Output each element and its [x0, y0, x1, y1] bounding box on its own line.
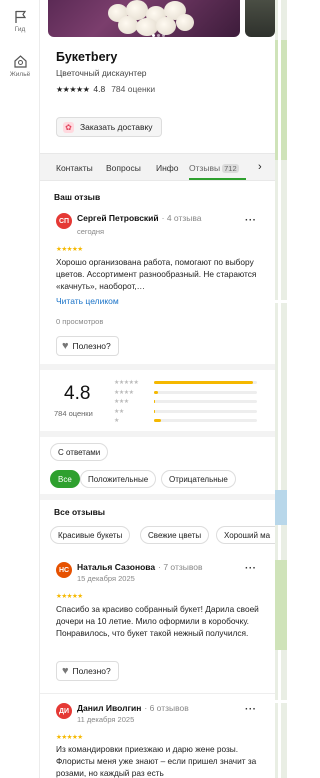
place-title: Букетbery	[56, 50, 118, 64]
map-view[interactable]	[275, 0, 287, 778]
rating-stars: ★★★★★	[56, 84, 90, 94]
rating-distribution-row: ★★★	[114, 397, 257, 406]
review-date: 11 декабря 2025	[77, 715, 135, 724]
review-text: Спасибо за красиво собранный букет! Дари…	[56, 604, 259, 638]
active-tab-indicator	[189, 178, 246, 180]
more-options-icon[interactable]: ···	[245, 704, 257, 715]
reviews-count-badge: 712	[222, 164, 239, 173]
rail-item-label: Жильё	[9, 71, 31, 78]
tab-reviews[interactable]: Отзывы 712	[189, 163, 239, 173]
tab-contacts[interactable]: Контакты	[56, 163, 93, 173]
avatar[interactable]: ДИ	[56, 703, 72, 719]
flag-icon	[14, 10, 26, 23]
bar-stars: ★★★★	[114, 389, 134, 396]
tab-questions[interactable]: Вопросы	[106, 163, 141, 173]
review-stars: ★★★★★	[56, 246, 83, 253]
bar-fill	[154, 419, 162, 422]
filter-all[interactable]: Все	[50, 470, 80, 488]
all-reviews-heading: Все отзывы	[54, 507, 106, 517]
reviewer-name[interactable]: Наталья Сазонова · 7 отзывов	[77, 562, 203, 572]
bar-fill	[154, 381, 253, 384]
reviewer-name[interactable]: Данил Иволгин · 6 отзывов	[77, 703, 189, 713]
tag-chip[interactable]: Хороший ма	[216, 526, 275, 544]
reviewer-review-count: · 6 отзывов	[144, 703, 189, 713]
review-text: Хорошо организована работа, помогают по …	[56, 257, 257, 291]
reviewer-review-count: · 4 отзыва	[161, 213, 202, 223]
more-options-icon[interactable]: ···	[245, 215, 257, 226]
review-stars: ★★★★★	[56, 593, 83, 600]
tag-chip[interactable]: Красивые букеты	[50, 526, 131, 544]
place-panel: Букетbery Цветочный дискаунтер ★★★★★ 4.8…	[40, 0, 275, 778]
useful-button[interactable]: ♥ Полезно?	[56, 661, 119, 681]
rating-distribution-row: ★★★★	[114, 388, 257, 397]
review-stars: ★★★★★	[56, 734, 83, 741]
photo-pager	[152, 29, 167, 37]
useful-label: Полезно?	[72, 666, 111, 676]
my-review-heading: Ваш отзыв	[54, 192, 101, 202]
avatar[interactable]: НС	[56, 562, 72, 578]
rail-item-guide[interactable]: Гид	[0, 10, 40, 33]
views-count: 0 просмотров	[56, 317, 104, 326]
rating-count: 784 оценки	[111, 84, 156, 94]
rating-distribution-row: ★★★★★	[114, 378, 257, 387]
divider	[40, 431, 275, 437]
bar-track	[154, 409, 257, 413]
review-date: 15 декабря 2025	[77, 574, 135, 583]
reviewer-name[interactable]: Сергей Петровский · 4 отзыва	[77, 213, 202, 223]
tag-chip[interactable]: Свежие цветы	[140, 526, 210, 544]
bar-stars: ★★★	[114, 399, 129, 405]
useful-button[interactable]: ♥ Полезно?	[56, 336, 119, 356]
heart-icon: ♥	[62, 340, 69, 352]
filter-negative[interactable]: Отрицательные	[161, 470, 236, 488]
tab-bar: Контакты Вопросы Инфо Отзывы 712 ›	[40, 153, 275, 181]
tab-info[interactable]: Инфо	[156, 163, 179, 173]
bar-fill	[154, 390, 159, 394]
reviewer-name-text: Данил Иволгин	[77, 703, 142, 713]
place-category: Цветочный дискаунтер	[56, 68, 147, 78]
bar-track	[154, 390, 257, 394]
filter-positive[interactable]: Положительные	[80, 470, 157, 488]
divider	[40, 693, 275, 694]
bar-track	[154, 419, 257, 422]
photo-gallery[interactable]	[48, 0, 275, 38]
summary-count: 784 оценки	[54, 409, 93, 418]
rail-item-label: Гид	[14, 26, 26, 33]
divider	[40, 364, 275, 370]
rating-distribution-row: ★★	[114, 407, 257, 416]
reviewer-name-text: Сергей Петровский	[77, 213, 159, 223]
review-text: Из командировки приезжаю и дарю жене роз…	[56, 744, 257, 778]
bar-stars: ★★★★★	[114, 380, 139, 386]
order-delivery-label: Заказать доставку	[80, 122, 153, 132]
photo[interactable]	[245, 0, 275, 37]
rail-item-housing[interactable]: Жильё	[0, 54, 40, 78]
photo[interactable]	[48, 0, 240, 37]
reviewer-review-count: · 7 отзывов	[158, 562, 203, 572]
gift-icon: ✿	[63, 121, 74, 133]
avatar[interactable]: СП	[56, 213, 72, 229]
chevron-right-icon[interactable]: ›	[258, 161, 262, 173]
left-rail: Гид Жильё	[0, 0, 40, 778]
useful-label: Полезно?	[72, 341, 111, 351]
heart-icon: ♥	[62, 665, 69, 677]
place-rating[interactable]: ★★★★★ 4.8 784 оценки	[56, 84, 155, 94]
bar-track	[154, 400, 257, 403]
review-date: сегодня	[77, 227, 105, 236]
bar-stars: ★★	[114, 408, 124, 415]
read-more-link[interactable]: Читать целиком	[56, 296, 119, 306]
divider	[40, 494, 275, 500]
summary-rating: 4.8	[64, 383, 91, 404]
bar-track	[154, 381, 257, 384]
tab-reviews-label: Отзывы	[189, 163, 221, 173]
bar-fill	[154, 400, 156, 403]
reviewer-name-text: Наталья Сазонова	[77, 562, 156, 572]
bar-stars: ★	[114, 418, 119, 424]
filter-with-answers[interactable]: С ответами	[50, 443, 109, 461]
bar-fill	[154, 409, 156, 413]
rating-distribution-row: ★	[114, 416, 257, 425]
rating-value: 4.8	[93, 84, 106, 94]
house-icon	[13, 55, 27, 68]
order-delivery-button[interactable]: ✿ Заказать доставку	[56, 117, 162, 137]
more-options-icon[interactable]: ···	[245, 563, 257, 574]
